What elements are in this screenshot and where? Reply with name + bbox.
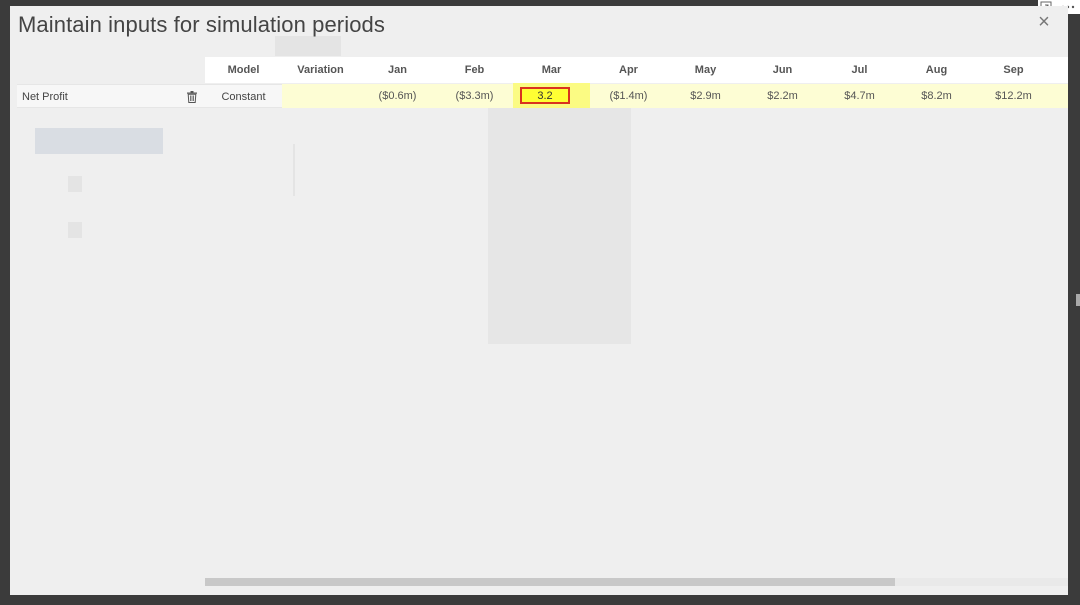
background-toolbar xyxy=(275,36,341,56)
trash-icon[interactable] xyxy=(187,90,199,104)
row-name-label: Net Profit xyxy=(22,91,68,103)
cell-sep[interactable]: $12.2m xyxy=(975,84,1052,108)
grid-header: Model Variation Jan Feb Mar Apr May Jun … xyxy=(205,57,1068,83)
cell-mar-input[interactable] xyxy=(520,87,570,104)
column-header-sep[interactable]: Sep xyxy=(975,57,1052,83)
column-header-jun[interactable]: Jun xyxy=(744,57,821,83)
column-header-model[interactable]: Model xyxy=(205,57,282,83)
column-header-mar[interactable]: Mar xyxy=(513,57,590,83)
cell-aug[interactable]: $8.2m xyxy=(898,84,975,108)
simulation-inputs-dialog: Maintain inputs for simulation periods ×… xyxy=(10,6,1068,595)
resize-handle[interactable] xyxy=(1076,294,1080,306)
dialog-title: Maintain inputs for simulation periods xyxy=(18,12,385,37)
column-header-jan[interactable]: Jan xyxy=(359,57,436,83)
cell-jun[interactable]: $2.2m xyxy=(744,84,821,108)
cell-may[interactable]: $2.9m xyxy=(667,84,744,108)
horizontal-scrollbar[interactable] xyxy=(205,578,1068,586)
column-header-feb[interactable]: Feb xyxy=(436,57,513,83)
background-dropdown-panel xyxy=(488,106,631,344)
cell-apr[interactable]: ($1.4m) xyxy=(590,84,667,108)
column-header-variation[interactable]: Variation xyxy=(282,57,359,83)
column-header-jul[interactable]: Jul xyxy=(821,57,898,83)
horizontal-scrollbar-thumb[interactable] xyxy=(205,578,895,586)
model-cell[interactable]: Constant xyxy=(205,84,282,108)
variation-cell[interactable] xyxy=(282,84,359,108)
cell-jan[interactable]: ($0.6m) xyxy=(359,84,436,108)
cell-feb[interactable]: ($3.3m) xyxy=(436,84,513,108)
background-icon-1 xyxy=(68,176,82,192)
background-icon-2 xyxy=(68,222,82,238)
column-header-aug[interactable]: Aug xyxy=(898,57,975,83)
close-icon[interactable]: × xyxy=(1034,12,1054,32)
column-header-apr[interactable]: Apr xyxy=(590,57,667,83)
background-button xyxy=(35,128,163,154)
row-name-cell: Net Profit xyxy=(17,84,205,108)
background-divider xyxy=(293,144,295,196)
cell-jul[interactable]: $4.7m xyxy=(821,84,898,108)
column-header-may[interactable]: May xyxy=(667,57,744,83)
